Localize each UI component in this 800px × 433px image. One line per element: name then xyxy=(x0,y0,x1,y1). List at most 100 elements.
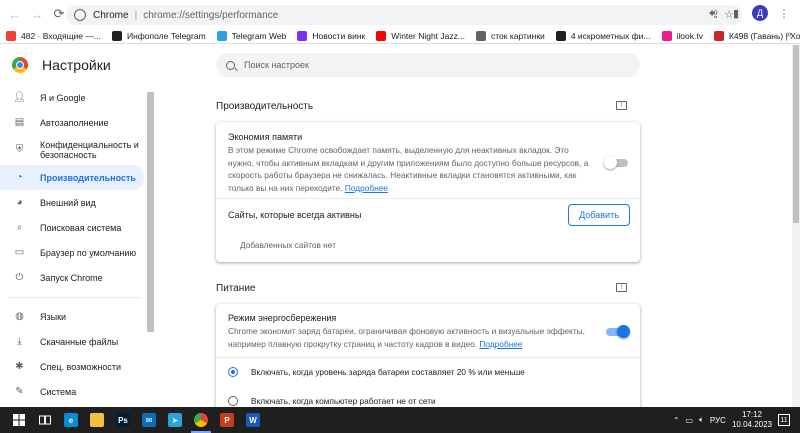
telegram-icon: ➤ xyxy=(168,413,182,427)
power-icon: ⏻ xyxy=(15,272,24,283)
url-host: Chrome xyxy=(93,9,129,21)
bookmark-item[interactable]: Winter Night Jazz... xyxy=(376,30,465,41)
windows-start-icon xyxy=(12,413,26,427)
sidebar-item-globe[interactable]: ◍ Языки xyxy=(0,304,144,329)
unplugged-option-label[interactable]: Включать, когда компьютер работает не от… xyxy=(251,395,436,408)
content-scrollbar[interactable] xyxy=(792,45,800,407)
forward-icon[interactable]: → xyxy=(26,3,48,25)
side-panel-icon[interactable]: ▮ xyxy=(728,5,744,21)
sidebar-item-browser[interactable]: ▭ Браузер по умолчанию xyxy=(0,240,144,265)
sidebar-item-label: Языки xyxy=(40,311,67,322)
sidebar-item-accessibility[interactable]: ✱ Спец. возможности xyxy=(0,354,144,379)
sidebar-item-wrench[interactable]: ✎ Система xyxy=(0,379,144,404)
profile-avatar[interactable]: Д xyxy=(752,5,768,21)
menu-kebab-icon[interactable]: ⋮ xyxy=(776,5,792,21)
sidebar-item-shield[interactable]: ⛨ Конфиденциальность и безопасность xyxy=(0,135,144,165)
speedometer-icon: ◔ xyxy=(16,172,23,183)
palette-icon: ◕ xyxy=(16,197,23,208)
back-icon[interactable]: ← xyxy=(4,3,26,25)
memory-saver-title: Экономия памяти xyxy=(228,132,303,142)
unplugged-radio[interactable] xyxy=(228,396,238,406)
bookmark-item[interactable]: сток картинки xyxy=(475,30,545,41)
globe-icon: ◍ xyxy=(15,311,24,322)
ilook-icon xyxy=(661,30,672,41)
taskbar-app[interactable]: P xyxy=(214,407,240,433)
energy-saver-learn-more-link[interactable]: Подробнее xyxy=(479,339,522,349)
word-icon: W xyxy=(246,413,260,427)
sidebar-item-label: Система xyxy=(40,386,77,397)
network-icon[interactable]: ▭ xyxy=(686,416,694,425)
sidebar-item-label: Производительность xyxy=(40,172,136,183)
sidebar-item-label: Браузер по умолчанию xyxy=(40,247,137,258)
bookmark-item[interactable]: 482 · Входящие —... xyxy=(6,30,101,41)
battery-20-option-label[interactable]: Включать, когда уровень заряда батареи с… xyxy=(251,366,525,379)
clock[interactable]: 17:12 10.04.2023 xyxy=(732,410,772,430)
youtube-icon xyxy=(376,30,387,41)
sidebar-item-label: Конфиденциальность и безопасность xyxy=(40,140,139,160)
settings-sidebar: Настройки 👤︎ Я и Google ▤ Автозаполнение ⛨ Ко… xyxy=(0,45,150,407)
add-site-button[interactable]: Добавить xyxy=(568,204,630,226)
chrome-site-icon xyxy=(74,9,86,21)
bookmark-item[interactable]: Новости винк xyxy=(297,30,365,41)
browser-toolbar: ← → ⟳ Chrome | chrome://settings/perform… xyxy=(0,0,800,28)
bookmarks-overflow-icon[interactable]: » xyxy=(786,29,792,40)
edge-icon: e xyxy=(64,413,78,427)
feedback-icon[interactable]: ! xyxy=(616,283,627,292)
search-icon: ⌕ xyxy=(16,222,23,233)
sidebar-item-label: Автозаполнение xyxy=(40,117,109,128)
camera-icon xyxy=(475,30,486,41)
taskbar-app[interactable]: W xyxy=(240,407,266,433)
sidebar-item-download[interactable]: ⤓ Скачанные файлы xyxy=(0,329,144,354)
settings-search-input[interactable]: Поиск настроек xyxy=(216,53,640,77)
system-tray: ⌃ ▭ 🔈︎ РУС 17:12 10.04.2023 11 xyxy=(673,407,790,433)
battery-20-radio[interactable] xyxy=(228,367,238,377)
taskbar-app[interactable] xyxy=(6,407,32,433)
taskbar-app[interactable]: Ps xyxy=(110,407,136,433)
search-placeholder: Поиск настроек xyxy=(244,60,309,70)
taskbar-app[interactable]: ✉ xyxy=(136,407,162,433)
shield-icon: ⛨ xyxy=(15,144,24,155)
extensions-icon[interactable]: ✦ xyxy=(704,5,720,21)
power-section-title: Питание xyxy=(216,283,256,294)
bookmark-item[interactable]: Инфополе Telegram xyxy=(111,30,206,41)
search-icon xyxy=(226,60,235,70)
sidebar-item-label: Скачанные файлы xyxy=(40,336,119,347)
bookmark-item[interactable]: 4 искрометных фи... xyxy=(555,30,651,41)
download-icon: ⤓ xyxy=(17,336,22,347)
notification-center-icon[interactable]: 11 xyxy=(778,414,790,426)
taskbar-app[interactable]: ➤ xyxy=(162,407,188,433)
taskbar-app[interactable] xyxy=(188,407,214,433)
sidebar-item-label: Я и Google xyxy=(40,92,86,103)
bookmark-item[interactable]: ilook.tv xyxy=(661,30,703,41)
person-icon: 👤︎ xyxy=(13,92,26,103)
sidebar-scrollbar[interactable] xyxy=(147,92,154,332)
gmail-icon xyxy=(6,30,16,41)
power-card: Режим энергосбережения Chrome экономит з… xyxy=(216,304,640,414)
memory-saver-learn-more-link[interactable]: Подробнее xyxy=(345,183,388,193)
settings-header: Настройки xyxy=(0,45,150,85)
sidebar-item-search[interactable]: ⌕ Поисковая система xyxy=(0,215,144,240)
taskbar-app[interactable] xyxy=(32,407,58,433)
taskbar-app[interactable] xyxy=(84,407,110,433)
sidebar-item-speedometer[interactable]: ◔ Производительность xyxy=(0,165,144,190)
sidebar-item-person[interactable]: 👤︎ Я и Google xyxy=(0,85,144,110)
sidebar-item-label: Запуск Chrome xyxy=(40,272,103,283)
energy-saver-toggle[interactable] xyxy=(606,325,630,338)
sidebar-item-clipboard[interactable]: ▤ Автозаполнение xyxy=(0,110,144,135)
address-bar[interactable]: Chrome | chrome://settings/performance ⇪… xyxy=(66,5,742,25)
performance-section-title: Производительность xyxy=(216,101,314,112)
taskbar-app[interactable]: e xyxy=(58,407,84,433)
memory-saver-toggle[interactable] xyxy=(604,156,628,169)
task-view-icon xyxy=(38,413,52,427)
chrome-logo-icon xyxy=(12,57,28,73)
sidebar-item-palette[interactable]: ◕ Внешний вид xyxy=(0,190,144,215)
feedback-icon[interactable]: ! xyxy=(616,101,627,110)
language-indicator[interactable]: РУС xyxy=(710,416,726,425)
energy-saver-title: Режим энергосбережения xyxy=(228,313,337,323)
volume-icon[interactable]: 🔈︎ xyxy=(699,415,704,425)
sidebar-item-power[interactable]: ⏻ Запуск Chrome xyxy=(0,265,144,290)
bookmark-favicon xyxy=(111,30,122,41)
tray-chevron-icon[interactable]: ⌃ xyxy=(673,416,680,425)
bookmark-item[interactable]: Telegram Web xyxy=(216,30,286,41)
chrome-icon xyxy=(194,413,208,427)
